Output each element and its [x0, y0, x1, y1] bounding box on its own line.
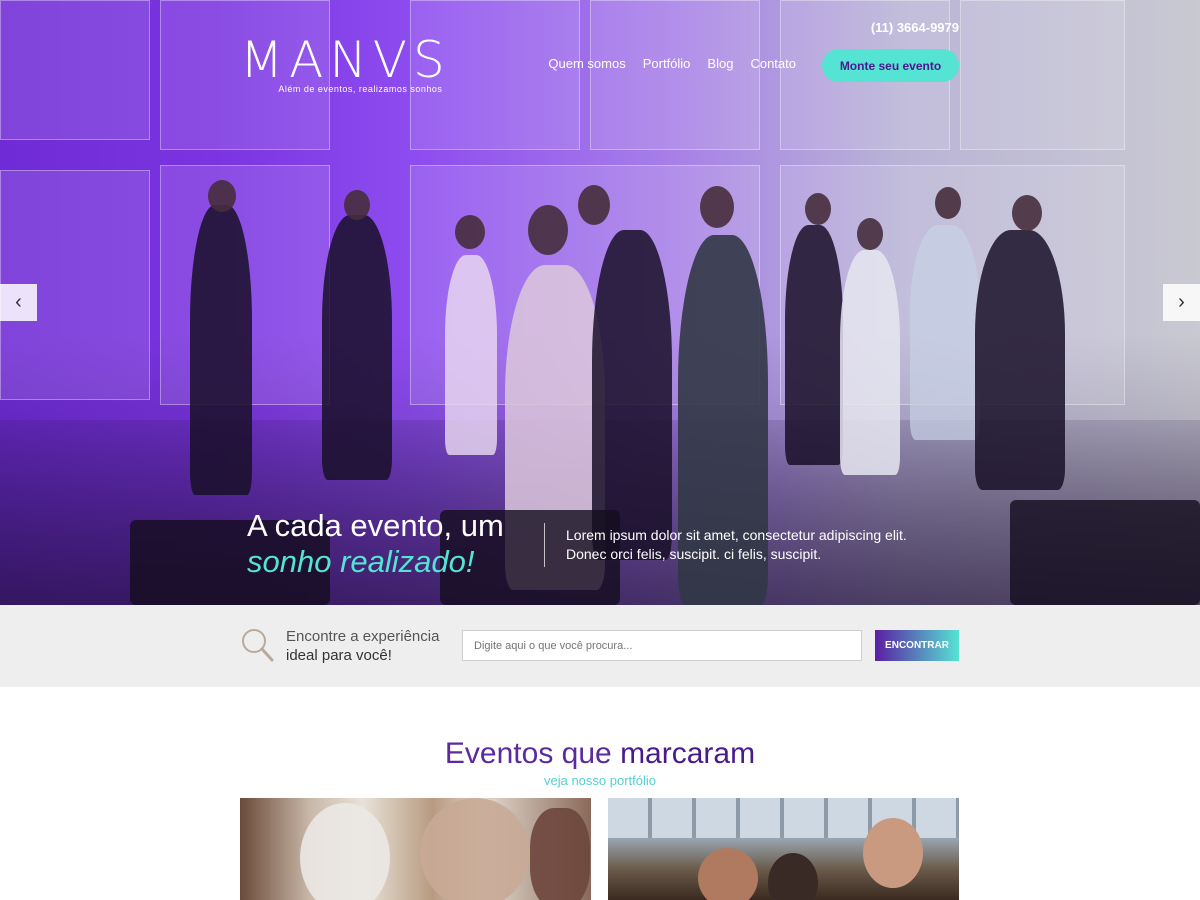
nav-contato[interactable]: Contato: [750, 56, 796, 71]
chevron-left-icon: ‹: [15, 291, 22, 313]
portfolio-title: Eventos que marcaram: [0, 737, 1200, 771]
brand-logo[interactable]: MANVS Além de eventos, realizamos sonhos: [240, 34, 451, 94]
search-label: Encontre a experiência ideal para você!: [286, 627, 439, 665]
hero-divider: [544, 523, 545, 567]
portfolio-item-2[interactable]: [608, 798, 959, 900]
search-label-line2: ideal para você!: [286, 647, 392, 664]
hero-description-line1: Lorem ipsum dolor sit amet, consectetur …: [566, 527, 907, 543]
hero-headline-line2: sonho realizado!: [247, 544, 475, 579]
monte-seu-evento-button[interactable]: Monte seu evento: [822, 49, 959, 82]
search-input[interactable]: [462, 630, 862, 661]
hero-description: Lorem ipsum dolor sit amet, consectetur …: [566, 526, 926, 564]
hero-banner: [0, 0, 1200, 605]
slider-next-button[interactable]: ›: [1163, 284, 1200, 321]
nav-portfolio[interactable]: Portfólio: [643, 56, 691, 71]
main-nav: Quem somos Portfólio Blog Contato: [548, 56, 796, 71]
chevron-right-icon: ›: [1178, 291, 1185, 313]
search-label-line1: Encontre a experiência: [286, 628, 440, 645]
nav-quem-somos[interactable]: Quem somos: [548, 56, 625, 71]
nav-blog[interactable]: Blog: [707, 56, 733, 71]
phone-number[interactable]: (11) 3664-9979: [871, 20, 959, 35]
search-icon: [240, 627, 274, 668]
hero-headline: A cada evento, um sonho realizado!: [247, 508, 504, 580]
hero-headline-line1: A cada evento, um: [247, 508, 504, 543]
portfolio-title-bold: marcaram: [620, 737, 756, 770]
slider-prev-button[interactable]: ‹: [0, 284, 37, 321]
hero-description-line2: Donec orci felis, suscipit. ci felis, su…: [566, 546, 822, 562]
portfolio-subtitle[interactable]: veja nosso portfólio: [0, 773, 1200, 788]
logo-wordmark: MANVS: [240, 31, 451, 89]
portfolio-item-1[interactable]: [240, 798, 591, 900]
portfolio-title-light: Eventos que: [444, 737, 612, 770]
encontrar-button[interactable]: ENCONTRAR: [875, 630, 959, 661]
